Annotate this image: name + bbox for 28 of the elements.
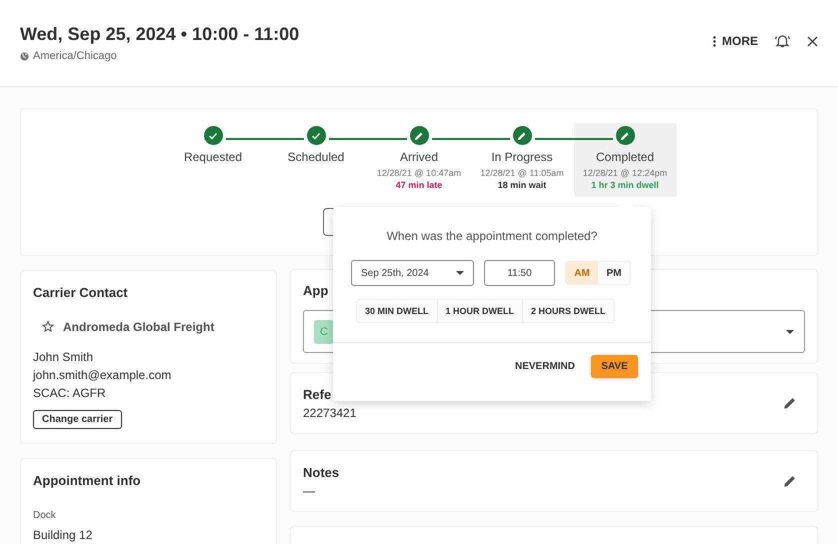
step-label: Scheduled	[288, 150, 344, 164]
card-title: Carrier Contact	[33, 285, 129, 300]
contact-line: SCAC: AGFR	[33, 385, 107, 402]
card-title: Refe	[303, 386, 332, 402]
field-label: Dock	[33, 510, 57, 521]
field-value: Building 12	[33, 528, 94, 542]
step-label: Requested	[184, 150, 242, 164]
contact-line: john.smith@example.com	[33, 367, 172, 384]
status-chip: C	[314, 320, 334, 344]
step-note: 47 min late	[396, 180, 442, 190]
reference-value: 22273421	[303, 406, 356, 420]
step-note: 1 hr 3 min dwell	[591, 180, 659, 190]
step-label: In Progress	[491, 150, 553, 164]
appointment-title: Wed, Sep 25, 2024 • 10:00 - 11:00	[20, 24, 300, 45]
timezone-label: America/Chicago	[33, 50, 117, 62]
step-time: 12/28/21 @ 11:05am	[480, 168, 564, 178]
contact-line: John Smith	[33, 349, 94, 366]
carrier-name: Andromeda Global Freight	[63, 320, 214, 334]
card-title: Appointment info	[33, 473, 142, 488]
card-title: App	[303, 283, 329, 298]
popover-question: When was the appointment completed?	[386, 229, 598, 243]
notes-value: —	[303, 484, 316, 498]
step-time: 12/28/21 @ 12:24pm	[582, 168, 668, 178]
step-label: Arrived	[400, 150, 438, 164]
card-title: Notes	[303, 464, 340, 480]
step-note: 18 min wait	[498, 180, 546, 190]
step-label: Completed	[596, 150, 654, 164]
step-time: 12/28/21 @ 10:47am	[376, 168, 462, 178]
